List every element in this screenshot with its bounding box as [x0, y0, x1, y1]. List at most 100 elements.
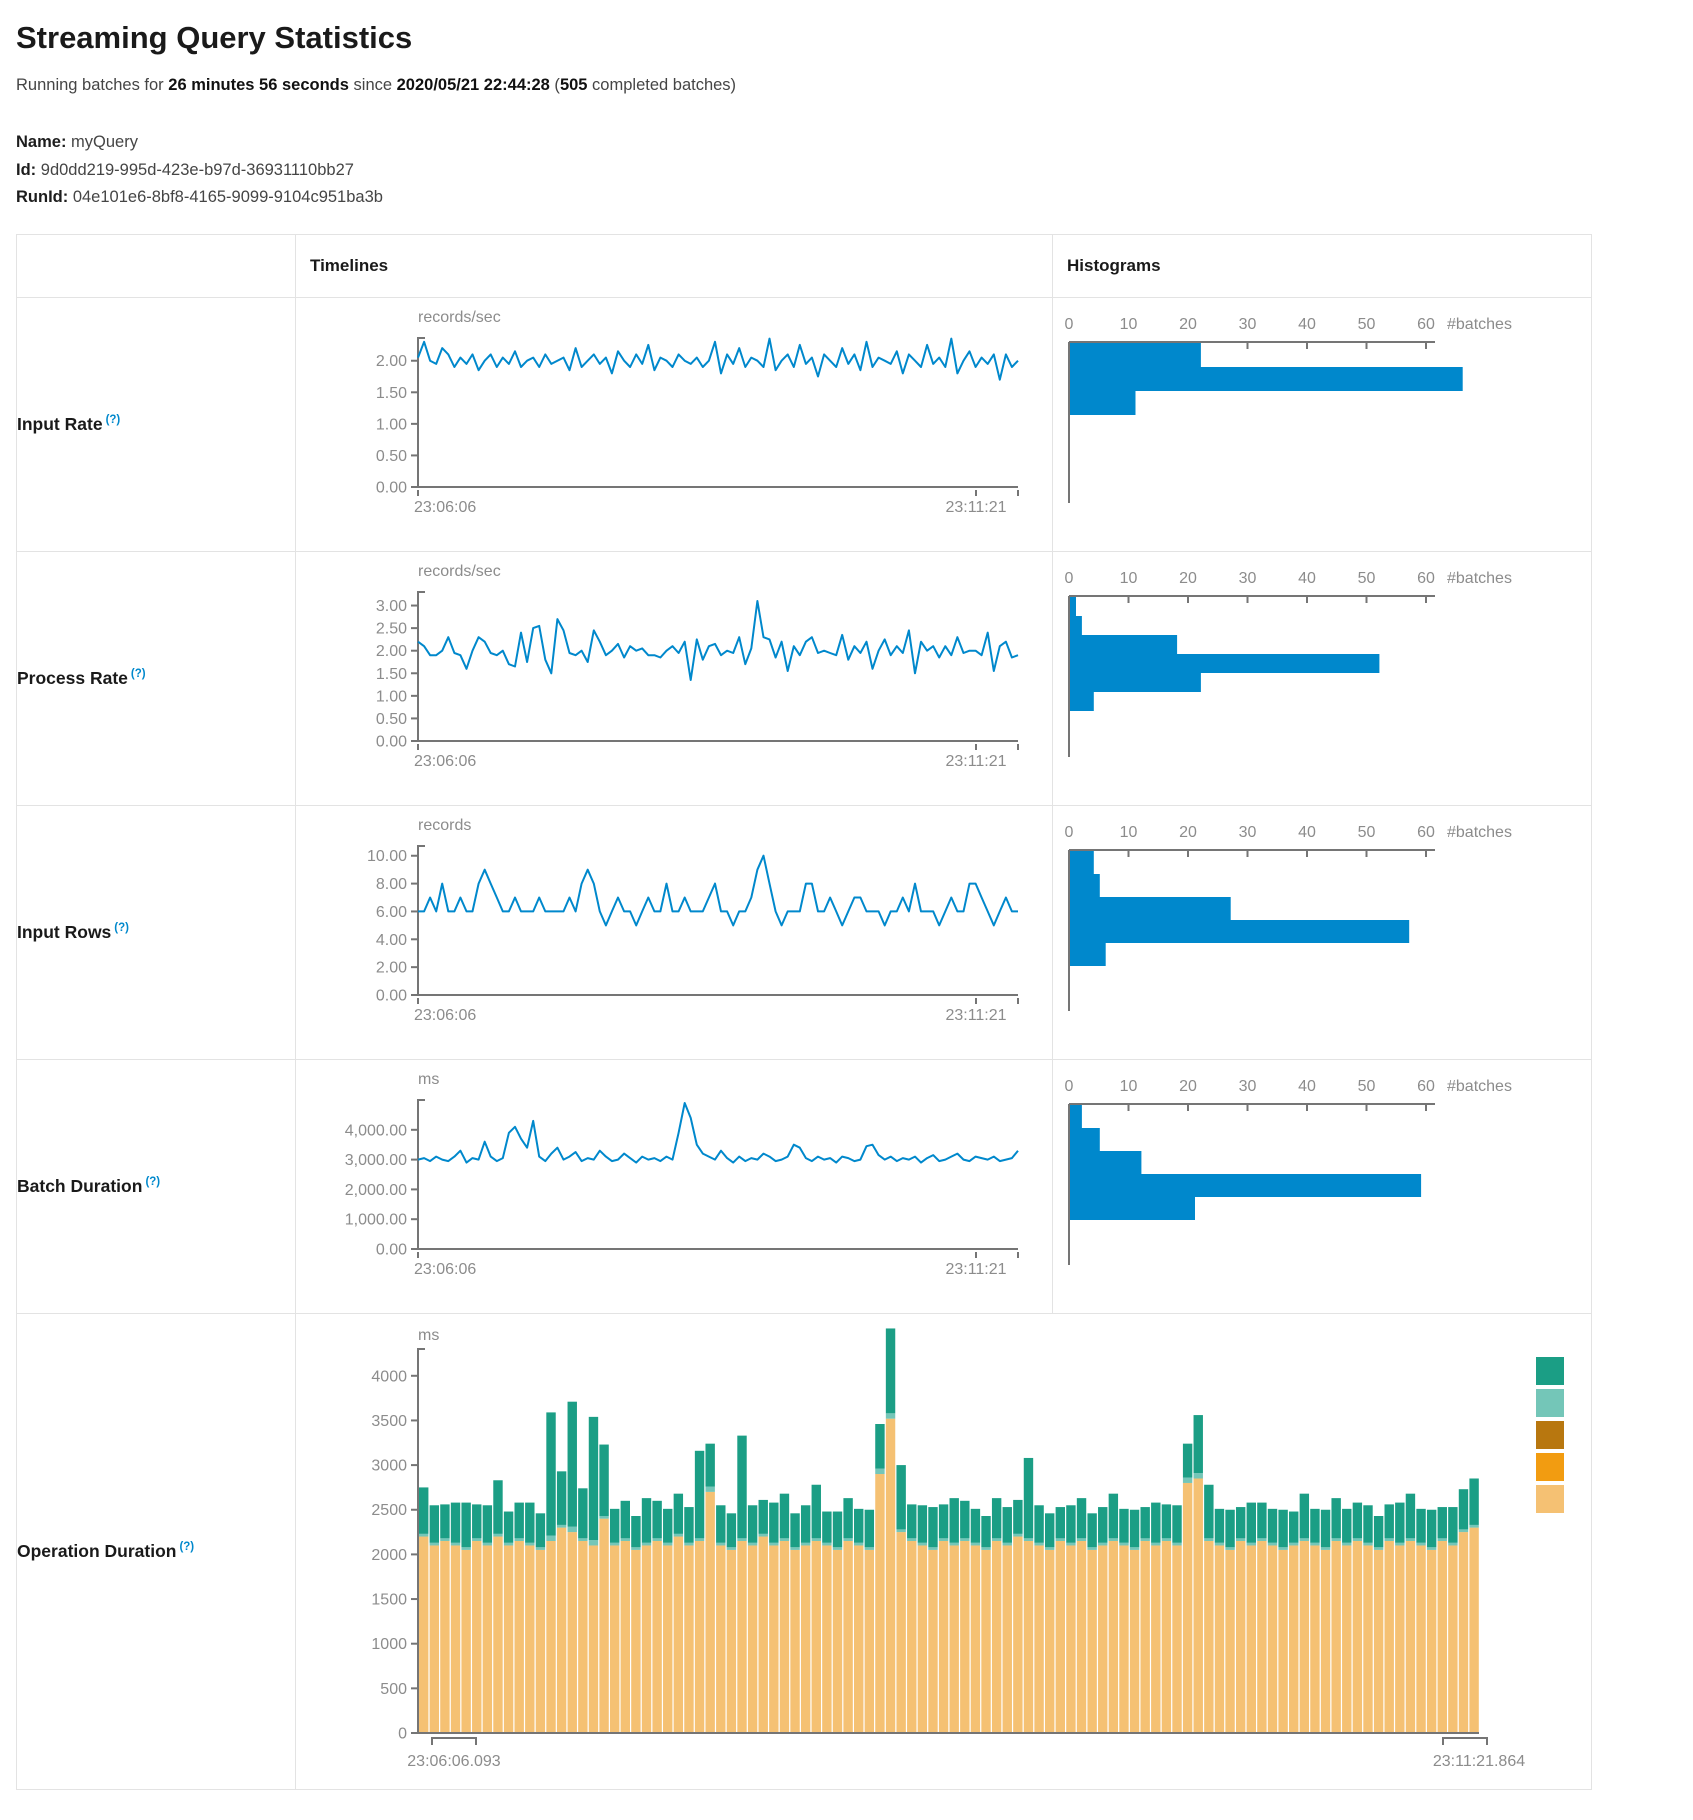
query-id-value: 9d0dd219-995d-423e-b97d-36931110bb27 — [41, 161, 354, 179]
operation-duration-help-icon[interactable]: (?) — [179, 1541, 194, 1553]
svg-text:30: 30 — [1239, 1078, 1257, 1095]
svg-text:#batches: #batches — [1447, 570, 1512, 587]
svg-text:30: 30 — [1239, 824, 1257, 841]
query-id-label: Id: — [16, 161, 36, 179]
table-header-row: Timelines Histograms — [17, 234, 1592, 297]
svg-text:0.00: 0.00 — [376, 1241, 407, 1258]
svg-text:23:11:21: 23:11:21 — [945, 753, 1006, 770]
svg-text:23:11:21: 23:11:21 — [945, 1261, 1006, 1278]
svg-text:0.00: 0.00 — [376, 733, 407, 750]
svg-text:50: 50 — [1358, 570, 1376, 587]
svg-text:20: 20 — [1179, 570, 1197, 587]
svg-text:0: 0 — [1065, 1078, 1074, 1095]
process-rate-help-icon[interactable]: (?) — [131, 668, 146, 680]
svg-text:3000: 3000 — [371, 1457, 407, 1474]
svg-text:23:11:21.864: 23:11:21.864 — [1433, 1753, 1525, 1770]
svg-text:40: 40 — [1298, 824, 1316, 841]
svg-text:10.00: 10.00 — [367, 848, 407, 865]
query-runid-line: RunId: 04e101e6-8bf8-4165-9099-9104c951b… — [16, 184, 1677, 212]
input-rate-help-icon[interactable]: (?) — [106, 414, 121, 426]
operation-duration-stacked-chart: ms0500100015002000250030003500400023:06:… — [296, 1314, 1592, 1789]
svg-text:60: 60 — [1417, 570, 1435, 587]
batch-duration-help-icon[interactable]: (?) — [145, 1176, 160, 1188]
summary-paren: ( — [550, 76, 560, 94]
svg-text:0: 0 — [1065, 824, 1074, 841]
svg-text:3,000.00: 3,000.00 — [345, 1152, 407, 1169]
svg-text:records/sec: records/sec — [418, 309, 501, 326]
svg-text:0.00: 0.00 — [376, 479, 407, 496]
svg-text:3500: 3500 — [371, 1412, 407, 1429]
svg-text:0.50: 0.50 — [376, 710, 407, 727]
svg-text:60: 60 — [1417, 1078, 1435, 1095]
svg-text:1,000.00: 1,000.00 — [345, 1211, 407, 1228]
svg-text:2.00: 2.00 — [376, 959, 407, 976]
svg-text:#batches: #batches — [1447, 824, 1512, 841]
svg-text:8.00: 8.00 — [376, 876, 407, 893]
svg-text:0: 0 — [1065, 570, 1074, 587]
statistics-table: Timelines Histograms Input Rate(?) recor… — [16, 234, 1592, 1790]
summary-suffix: completed batches) — [587, 76, 736, 94]
query-runid-value: 04e101e6-8bf8-4165-9099-9104c951ba3b — [73, 188, 383, 206]
svg-text:10: 10 — [1120, 570, 1138, 587]
row-label-process-rate: Process Rate(?) — [17, 551, 296, 805]
input-rows-histogram-chart: 0102030405060#batches — [1053, 806, 1591, 1059]
query-name-label: Name: — [16, 133, 66, 151]
svg-text:4.00: 4.00 — [376, 931, 407, 948]
svg-text:2500: 2500 — [371, 1502, 407, 1519]
svg-text:records/sec: records/sec — [418, 563, 501, 580]
svg-text:10: 10 — [1120, 1078, 1138, 1095]
row-label-batch-duration: Batch Duration(?) — [17, 1059, 296, 1313]
svg-text:50: 50 — [1358, 824, 1376, 841]
query-id-line: Id: 9d0dd219-995d-423e-b97d-36931110bb27 — [16, 157, 1677, 185]
col-header-histograms: Histograms — [1053, 234, 1592, 297]
svg-text:3.00: 3.00 — [376, 598, 407, 615]
svg-text:30: 30 — [1239, 570, 1257, 587]
svg-text:2.50: 2.50 — [376, 620, 407, 637]
completed-batches-count: 505 — [560, 76, 588, 94]
svg-text:6.00: 6.00 — [376, 903, 407, 920]
legend-swatch — [1536, 1357, 1564, 1385]
svg-text:1.00: 1.00 — [376, 416, 407, 433]
row-label-operation-duration: Operation Duration(?) — [17, 1313, 296, 1789]
running-batches-summary: Running batches for 26 minutes 56 second… — [16, 76, 1677, 95]
row-input-rows: Input Rows(?) records0.002.004.006.008.0… — [17, 805, 1592, 1059]
col-header-timelines: Timelines — [296, 234, 1053, 297]
svg-text:ms: ms — [418, 1327, 439, 1344]
query-name-line: Name: myQuery — [16, 129, 1677, 157]
svg-text:4,000.00: 4,000.00 — [345, 1122, 407, 1139]
batch-duration-histogram-chart: 0102030405060#batches — [1053, 1060, 1591, 1313]
query-name-value: myQuery — [71, 133, 138, 151]
svg-text:10: 10 — [1120, 824, 1138, 841]
svg-text:1.00: 1.00 — [376, 688, 407, 705]
svg-text:20: 20 — [1179, 824, 1197, 841]
svg-text:1000: 1000 — [371, 1636, 407, 1653]
legend-swatch — [1536, 1421, 1564, 1449]
page-title: Streaming Query Statistics — [16, 20, 1677, 56]
svg-text:60: 60 — [1417, 316, 1435, 333]
svg-text:20: 20 — [1179, 1078, 1197, 1095]
svg-text:0.00: 0.00 — [376, 987, 407, 1004]
svg-text:1.50: 1.50 — [376, 665, 407, 682]
query-metadata: Name: myQuery Id: 9d0dd219-995d-423e-b97… — [16, 129, 1677, 212]
svg-text:30: 30 — [1239, 316, 1257, 333]
svg-text:40: 40 — [1298, 1078, 1316, 1095]
legend-swatch — [1536, 1485, 1564, 1513]
operation-duration-chart-wrap: ms0500100015002000250030003500400023:06:… — [296, 1314, 1592, 1789]
row-operation-duration: Operation Duration(?) ms0500100015002000… — [17, 1313, 1592, 1789]
svg-text:records: records — [418, 817, 471, 834]
svg-text:10: 10 — [1120, 316, 1138, 333]
summary-prefix: Running batches for — [16, 76, 168, 94]
svg-text:2000: 2000 — [371, 1546, 407, 1563]
svg-text:23:06:06: 23:06:06 — [414, 753, 476, 770]
svg-text:23:06:06: 23:06:06 — [414, 499, 476, 516]
input-rows-timeline-chart: records0.002.004.006.008.0010.0023:06:06… — [296, 806, 1052, 1059]
svg-text:2,000.00: 2,000.00 — [345, 1181, 407, 1198]
input-rows-help-icon[interactable]: (?) — [114, 922, 129, 934]
svg-text:1500: 1500 — [371, 1591, 407, 1608]
svg-text:23:11:21: 23:11:21 — [945, 1007, 1006, 1024]
svg-text:ms: ms — [418, 1071, 439, 1088]
running-duration: 26 minutes 56 seconds — [168, 76, 349, 94]
row-input-rate: Input Rate(?) records/sec0.000.501.001.5… — [17, 297, 1592, 551]
input-rate-histogram-chart: 0102030405060#batches — [1053, 298, 1591, 551]
svg-text:0.50: 0.50 — [376, 447, 407, 464]
